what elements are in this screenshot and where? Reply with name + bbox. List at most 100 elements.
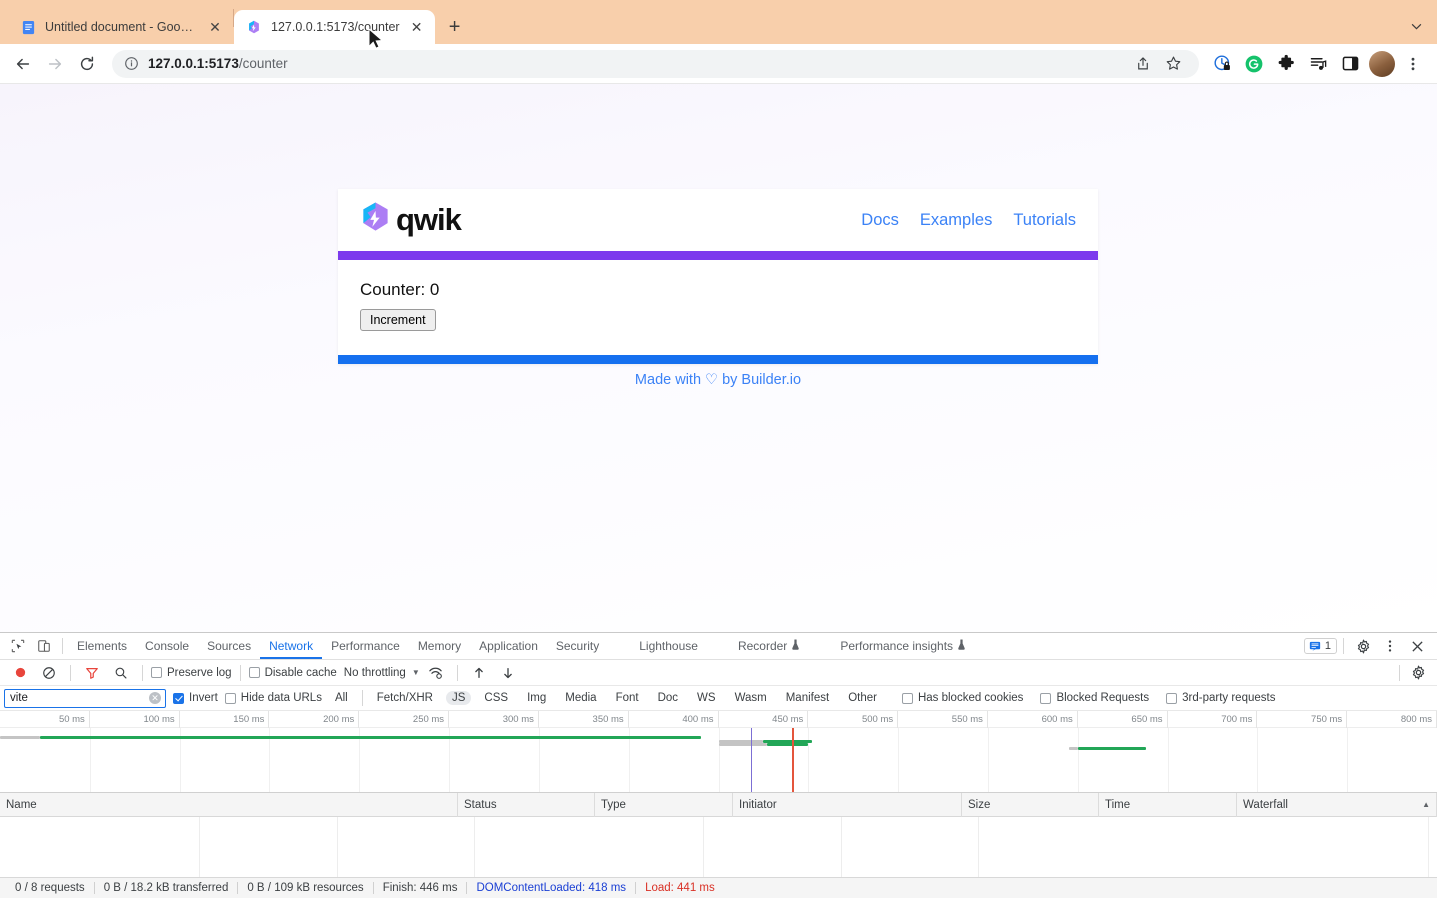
device-toolbar-icon[interactable] <box>31 634 57 658</box>
timeline-tick: 300 ms <box>449 711 539 728</box>
address-bar[interactable]: 127.0.0.1:5173/counter <box>112 50 1199 78</box>
timeline-tick: 100 ms <box>90 711 180 728</box>
info-circle-icon[interactable] <box>124 56 139 71</box>
column-header-initiator[interactable]: Initiator <box>733 793 962 817</box>
reload-icon[interactable] <box>72 49 102 79</box>
experiment-flask-icon <box>957 639 966 653</box>
column-header-time[interactable]: Time <box>1099 793 1237 817</box>
export-har-icon[interactable] <box>495 661 521 685</box>
overview-queue-segment <box>1069 747 1078 750</box>
column-header-size[interactable]: Size <box>962 793 1099 817</box>
disable-cache-checkbox[interactable]: Disable cache <box>249 667 337 679</box>
tab-performance[interactable]: Performance <box>322 633 409 659</box>
grammarly-extension-icon[interactable] <box>1239 49 1269 79</box>
side-panel-icon[interactable] <box>1335 49 1365 79</box>
type-filter-manifest[interactable]: Manifest <box>780 691 835 705</box>
tab-recorder[interactable]: Recorder <box>729 633 809 659</box>
third-party-requests-checkbox[interactable]: 3rd-party requests <box>1166 692 1275 704</box>
gear-icon[interactable] <box>1405 661 1431 685</box>
kebab-menu-icon[interactable] <box>1399 50 1427 78</box>
tab-elements[interactable]: Elements <box>68 633 136 659</box>
chevron-down-icon[interactable] <box>1405 15 1427 37</box>
type-filter-img[interactable]: Img <box>521 691 552 705</box>
qwik-brand[interactable]: qwik <box>360 201 461 239</box>
tab-console[interactable]: Console <box>136 633 198 659</box>
clear-icon[interactable] <box>36 661 62 685</box>
column-header-waterfall[interactable]: Waterfall▲ <box>1237 793 1437 817</box>
status-load: Load: 441 ms <box>636 882 724 894</box>
vertical-scrollbar[interactable] <box>1428 817 1437 877</box>
type-filter-wasm[interactable]: Wasm <box>729 691 773 705</box>
table-header-row: NameStatusTypeInitiatorSizeTimeWaterfall… <box>0 793 1437 817</box>
reading-list-icon[interactable] <box>1303 49 1333 79</box>
tab-security[interactable]: Security <box>547 633 608 659</box>
type-filter-js[interactable]: JS <box>446 691 471 705</box>
nav-link-tutorials[interactable]: Tutorials <box>1013 211 1076 230</box>
timeline-tick: 350 ms <box>539 711 629 728</box>
search-icon[interactable] <box>108 661 134 685</box>
has-blocked-cookies-checkbox[interactable]: Has blocked cookies <box>902 692 1023 704</box>
inspect-element-icon[interactable] <box>5 634 31 658</box>
type-filter-media[interactable]: Media <box>559 691 602 705</box>
invert-checkbox[interactable]: Invert <box>173 692 218 704</box>
preserve-log-checkbox[interactable]: Preserve log <box>151 667 232 679</box>
close-icon[interactable] <box>1404 634 1430 658</box>
gear-icon[interactable] <box>1350 634 1376 658</box>
nav-link-docs[interactable]: Docs <box>861 211 899 230</box>
blocked-requests-checkbox[interactable]: Blocked Requests <box>1040 692 1149 704</box>
browser-tab-1[interactable]: 127.0.0.1:5173/counter ✕ <box>234 10 435 44</box>
import-har-icon[interactable] <box>466 661 492 685</box>
browser-tab-strip: Untitled document - Google Do ✕ 127.0.0.… <box>0 0 1437 44</box>
tab-sources[interactable]: Sources <box>198 633 260 659</box>
puzzle-extensions-icon[interactable] <box>1271 49 1301 79</box>
throttling-select[interactable]: No throttling ▼ <box>344 667 420 679</box>
filter-input[interactable]: vite ✕ <box>4 689 166 708</box>
counter-label: Counter: 0 <box>360 280 1098 300</box>
type-filter-ws[interactable]: WS <box>691 691 722 705</box>
kebab-menu-icon[interactable] <box>1377 634 1403 658</box>
browser-tab-0[interactable]: Untitled document - Google Do ✕ <box>8 10 233 44</box>
share-icon[interactable] <box>1129 50 1157 78</box>
tab-close-icon[interactable]: ✕ <box>207 19 223 35</box>
tab-close-icon[interactable]: ✕ <box>409 19 425 35</box>
timeline-tick: 400 ms <box>629 711 719 728</box>
timeline-tick: 800 ms <box>1347 711 1437 728</box>
tab-lighthouse[interactable]: Lighthouse <box>630 633 707 659</box>
message-count-badge[interactable]: 1 <box>1304 638 1337 654</box>
clear-input-icon[interactable]: ✕ <box>149 692 161 704</box>
avatar[interactable] <box>1367 49 1397 79</box>
timeline-tick: 750 ms <box>1257 711 1347 728</box>
nav-link-examples[interactable]: Examples <box>920 211 992 230</box>
bookmark-star-icon[interactable] <box>1159 50 1187 78</box>
tab-application[interactable]: Application <box>470 633 547 659</box>
column-header-type[interactable]: Type <box>595 793 733 817</box>
record-icon[interactable] <box>7 661 33 685</box>
type-filter-other[interactable]: Other <box>842 691 883 705</box>
timeline-tick: 250 ms <box>359 711 449 728</box>
filter-icon[interactable] <box>79 661 105 685</box>
type-filter-doc[interactable]: Doc <box>652 691 684 705</box>
hide-data-urls-checkbox[interactable]: Hide data URLs <box>225 692 322 704</box>
increment-button[interactable]: Increment <box>360 309 436 331</box>
blue-divider-bar <box>338 355 1098 364</box>
type-filter-fetch-xhr[interactable]: Fetch/XHR <box>371 691 439 705</box>
type-filter-all[interactable]: All <box>329 691 354 705</box>
network-conditions-icon[interactable] <box>423 661 449 685</box>
type-filter-css[interactable]: CSS <box>478 691 514 705</box>
tab-performance-insights[interactable]: Performance insights <box>831 633 975 659</box>
third-party-requests-label: 3rd-party requests <box>1182 692 1275 704</box>
back-arrow-icon[interactable] <box>8 49 38 79</box>
overview-gridline <box>988 728 989 792</box>
type-filter-font[interactable]: Font <box>610 691 645 705</box>
experiment-flask-icon <box>791 639 800 653</box>
new-tab-button[interactable]: + <box>441 13 469 41</box>
column-header-status[interactable]: Status <box>458 793 595 817</box>
clock-lock-extension-icon[interactable] <box>1207 49 1237 79</box>
table-body[interactable] <box>0 817 1437 877</box>
tab-memory[interactable]: Memory <box>409 633 470 659</box>
blocked-requests-label: Blocked Requests <box>1056 692 1149 704</box>
network-overview[interactable]: 50 ms100 ms150 ms200 ms250 ms300 ms350 m… <box>0 711 1437 793</box>
column-header-name[interactable]: Name <box>0 793 458 817</box>
tab-network[interactable]: Network <box>260 633 322 659</box>
address-bar-text: 127.0.0.1:5173/counter <box>148 56 288 71</box>
